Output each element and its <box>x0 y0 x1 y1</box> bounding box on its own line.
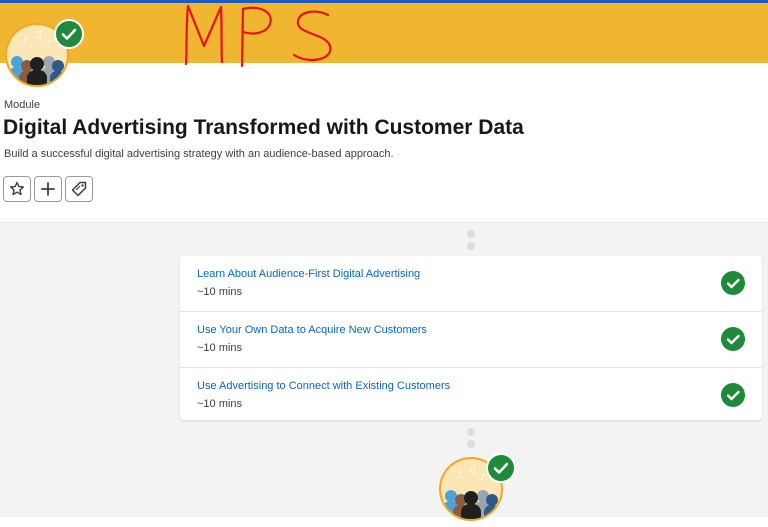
content-type-label: Module <box>4 99 41 111</box>
unit-duration: ~10 mins <box>197 286 242 298</box>
path-connector-dot <box>467 230 475 238</box>
plus-icon <box>41 182 55 196</box>
add-to-collection-button[interactable] <box>34 176 62 202</box>
unit-link[interactable]: Use Your Own Data to Acquire New Custome… <box>197 324 427 336</box>
svg-text:♫: ♫ <box>468 464 477 475</box>
path-connector-dot <box>467 440 475 448</box>
svg-text:♪: ♪ <box>22 36 28 47</box>
path-connector-dot <box>467 242 475 250</box>
unit-link[interactable]: Learn About Audience-First Digital Adver… <box>197 268 420 280</box>
module-badge: ♪ ♫ ♪ <box>4 19 84 88</box>
path-connector-dot <box>467 428 475 436</box>
unit-list: Learn About Audience-First Digital Adver… <box>180 256 762 420</box>
svg-text:♪: ♪ <box>480 473 486 483</box>
unit-completed-badge <box>721 271 745 295</box>
unit-link[interactable]: Use Advertising to Connect with Existing… <box>197 380 450 392</box>
module-actions <box>3 176 93 202</box>
checkmark-icon <box>726 334 740 345</box>
module-description: Build a successful digital advertising s… <box>4 148 394 160</box>
completed-badge-check <box>486 453 516 483</box>
assign-tag-button[interactable] <box>65 176 93 202</box>
svg-text:♫: ♫ <box>34 30 43 41</box>
checkmark-icon <box>726 390 740 401</box>
module-complete-badge: ♪ ♫ ♪ <box>438 453 516 522</box>
handwritten-annotation <box>184 4 332 68</box>
unit-completed-badge <box>721 327 745 351</box>
favorite-button[interactable] <box>3 176 31 202</box>
checkmark-icon <box>61 28 77 40</box>
list-item: Use Advertising to Connect with Existing… <box>180 368 762 423</box>
page-title: Digital Advertising Transformed with Cus… <box>3 116 524 139</box>
module-banner <box>0 3 768 63</box>
list-item: Learn About Audience-First Digital Adver… <box>180 256 762 312</box>
svg-text:♪: ♪ <box>46 39 52 49</box>
completed-badge-check <box>54 19 84 49</box>
svg-text:♪: ♪ <box>456 470 462 481</box>
unit-completed-badge <box>721 383 745 407</box>
unit-duration: ~10 mins <box>197 398 242 410</box>
unit-duration: ~10 mins <box>197 342 242 354</box>
list-item: Use Your Own Data to Acquire New Custome… <box>180 312 762 368</box>
checkmark-icon <box>726 278 740 289</box>
checkmark-icon <box>493 462 509 474</box>
tag-icon <box>71 181 87 197</box>
star-outline-icon <box>10 181 24 196</box>
